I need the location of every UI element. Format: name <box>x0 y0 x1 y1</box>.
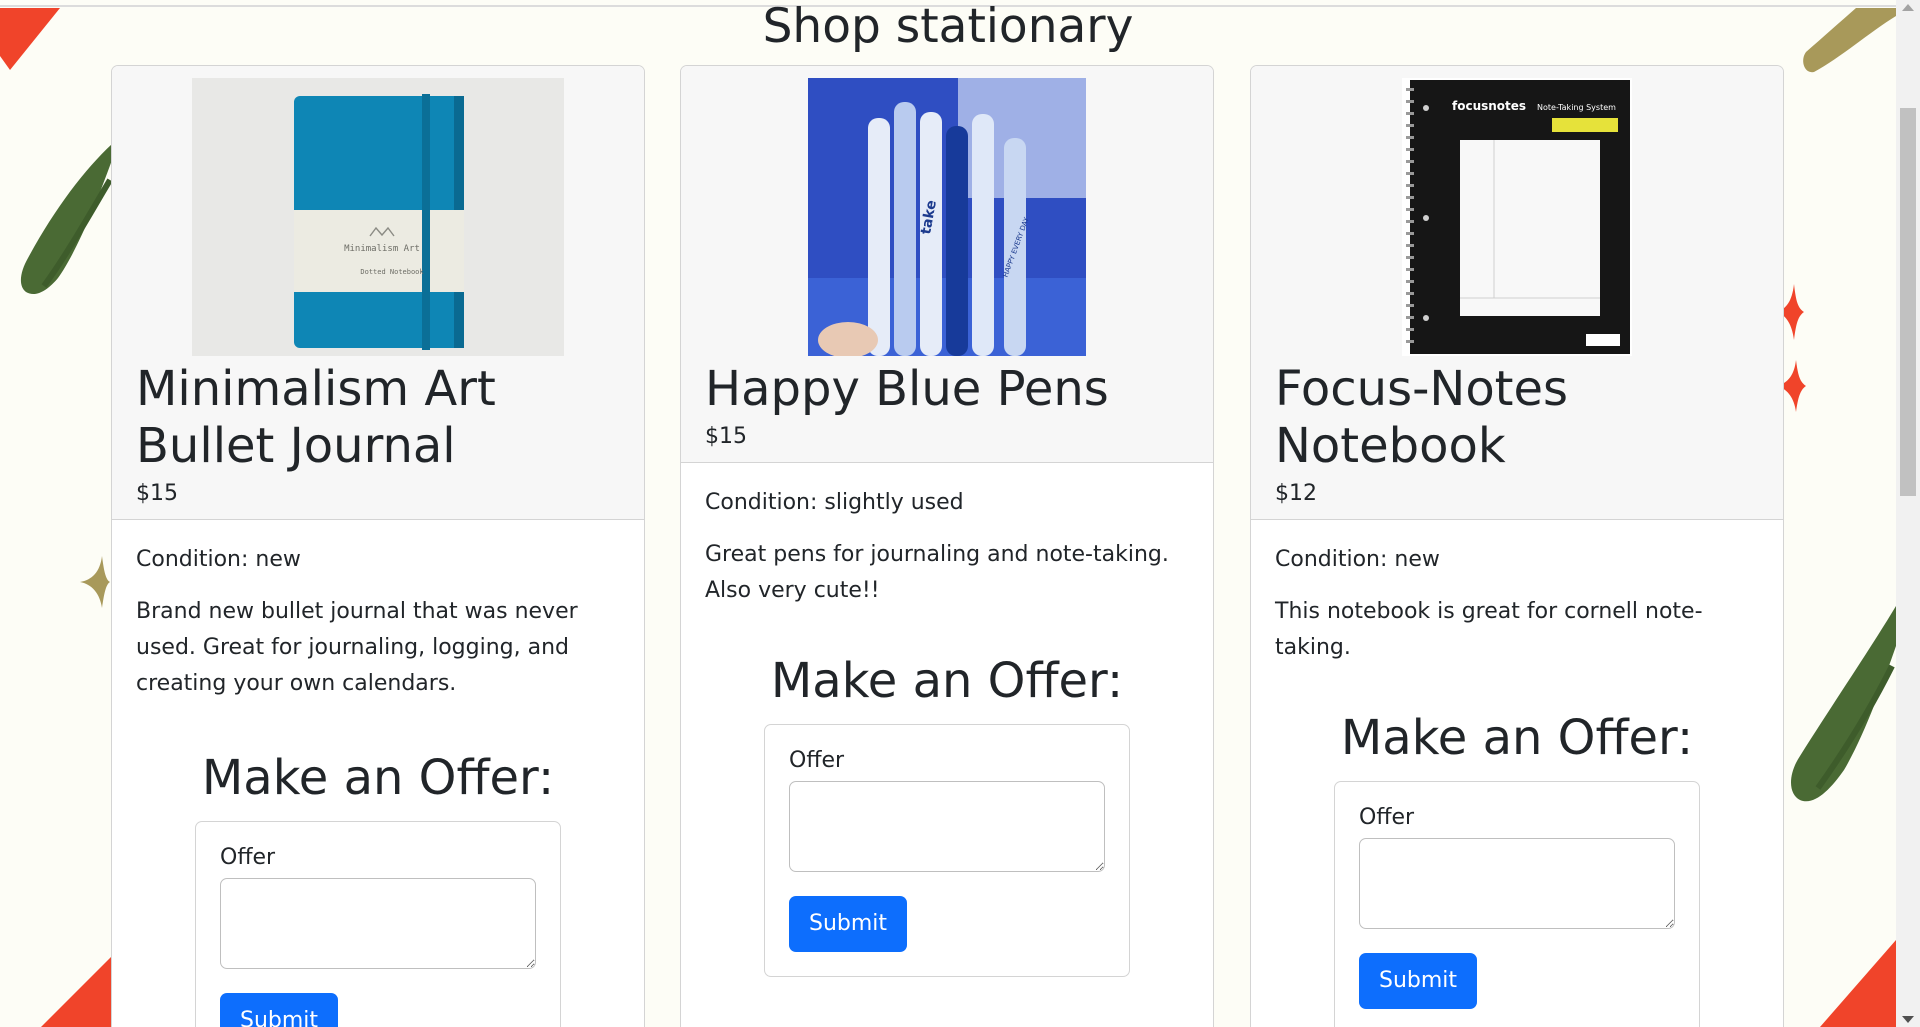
product-description: This notebook is great for cornell note-… <box>1275 599 1703 660</box>
page-title: Shop stationary <box>762 0 1134 54</box>
offer-form: Offer Submit <box>764 724 1130 977</box>
product-name: Happy Blue Pens <box>705 361 1109 417</box>
offer-input[interactable] <box>220 878 536 969</box>
page: Shop stationary Minimalism Art Dotted No… <box>0 0 1920 1027</box>
notebook-system-text: Note-Taking System <box>1537 103 1616 112</box>
scroll-up-arrow-icon[interactable] <box>1902 4 1914 11</box>
card-header: take HAPPY EVERY DAY Happy Blue Pens $15 <box>681 66 1213 463</box>
product-condition: Condition: new <box>136 547 301 572</box>
scrollbar-thumb[interactable] <box>1900 108 1916 496</box>
scroll-down-arrow-icon[interactable] <box>1902 1016 1914 1023</box>
product-price: $12 <box>1275 481 1317 506</box>
product-price: $15 <box>136 481 178 506</box>
red-brush-bottom-right <box>1820 940 1896 1027</box>
product-description: Brand new bullet journal that was never … <box>136 599 578 696</box>
product-description: Great pens for journaling and note-takin… <box>705 542 1169 603</box>
offer-input[interactable] <box>789 781 1105 872</box>
offer-title: Make an Offer: <box>201 750 555 806</box>
offer-label: Offer <box>789 748 845 773</box>
notebook-brand-text: focusnotes <box>1452 99 1526 113</box>
green-brush-left <box>20 144 113 295</box>
offer-input[interactable] <box>1359 838 1675 929</box>
card-header: Minimalism Art Dotted Notebook Minimalis… <box>112 66 644 520</box>
product-condition: Condition: new <box>1275 547 1440 572</box>
product-price: $15 <box>705 424 747 449</box>
product-card-focus-notes: focusnotes Note-Taking System Focus-Note… <box>1250 65 1784 1027</box>
cover-text: Minimalism Art <box>344 244 420 254</box>
product-name: Minimalism Art Bullet Journal <box>136 361 496 474</box>
offer-label: Offer <box>1359 805 1415 830</box>
blue-pens-image: take HAPPY EVERY DAY <box>808 78 1086 356</box>
green-brush-right <box>1791 606 1896 802</box>
vertical-scrollbar[interactable] <box>1896 0 1920 1027</box>
product-name: Focus-Notes Notebook <box>1275 361 1569 474</box>
product-card-blue-pens: take HAPPY EVERY DAY Happy Blue Pens $15… <box>680 65 1214 1027</box>
submit-button[interactable]: Submit <box>789 896 908 952</box>
product-card-bullet-journal: Minimalism Art Dotted Notebook Minimalis… <box>111 65 645 1027</box>
card-body: Condition: slightly used Great pens for … <box>681 463 1213 977</box>
product-condition: Condition: slightly used <box>705 490 964 515</box>
card-body: Condition: new Brand new bullet journal … <box>112 520 644 1027</box>
offer-label: Offer <box>220 845 276 870</box>
card-body: Condition: new This notebook is great fo… <box>1251 520 1783 1027</box>
offer-form: Offer Submit <box>1334 781 1700 1027</box>
offer-form: Offer Submit <box>195 821 561 1027</box>
red-brush-bottom-left <box>41 956 112 1027</box>
olive-diamond-left <box>80 556 110 608</box>
card-header: focusnotes Note-Taking System Focus-Note… <box>1251 66 1783 520</box>
submit-button[interactable]: Submit <box>220 993 339 1027</box>
bullet-journal-image: Minimalism Art Dotted Notebook <box>192 78 564 356</box>
focus-notes-image: focusnotes Note-Taking System <box>1402 78 1632 356</box>
submit-button[interactable]: Submit <box>1359 953 1478 1009</box>
cover-subtext: Dotted Notebook <box>360 268 424 276</box>
offer-title: Make an Offer: <box>770 653 1124 709</box>
offer-title: Make an Offer: <box>1340 710 1694 766</box>
